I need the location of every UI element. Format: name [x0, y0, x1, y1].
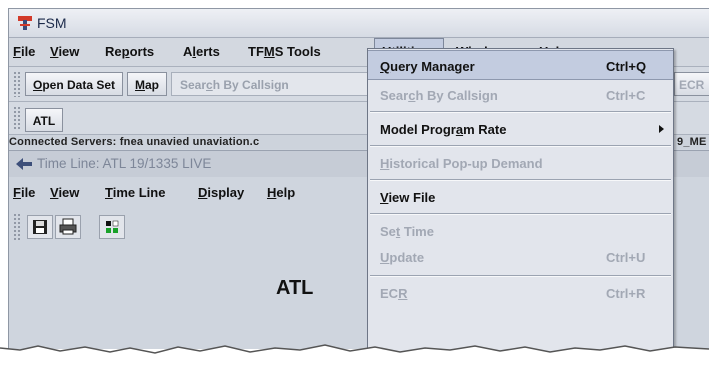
save-button[interactable] — [27, 215, 53, 239]
timeline-window-title: Time Line: ATL 19/1335 LIVE — [37, 156, 212, 171]
display-grid-icon — [106, 220, 119, 233]
search-by-callsign-field[interactable]: Search By Callsign — [171, 72, 381, 96]
menu-separator — [370, 179, 671, 181]
menu-item-ecr[interactable]: ECR Ctrl+R — [368, 278, 673, 308]
open-data-set-button[interactable]: Open Data Set — [25, 72, 123, 96]
menu-tfms-tools[interactable]: TFMS Tools — [248, 44, 321, 59]
menu-separator — [370, 111, 671, 113]
menu-item-model-program-rate[interactable]: Model Program Rate — [368, 114, 673, 144]
menu-item-search-by-callsign[interactable]: Search By Callsign Ctrl+C — [368, 80, 673, 110]
menu-item-update[interactable]: Update Ctrl+U — [368, 242, 673, 272]
toolbar-grip[interactable] — [13, 71, 21, 97]
timeline-menu-help[interactable]: Help — [267, 185, 295, 200]
fsm-app-icon — [18, 16, 32, 30]
timeline-app-icon — [16, 158, 32, 170]
save-icon — [33, 220, 47, 234]
utilities-dropdown-menu: Query Manager Ctrl+Q Search By Callsign … — [367, 48, 674, 358]
atl-airport-button[interactable]: ATL — [25, 108, 63, 132]
menu-separator — [370, 213, 671, 215]
torn-edge-decoration — [0, 344, 709, 377]
print-icon — [59, 218, 77, 235]
timeline-menu-file[interactable]: File — [13, 185, 35, 200]
menu-reports[interactable]: Reports — [105, 44, 154, 59]
menu-separator — [370, 275, 671, 277]
menu-item-query-manager[interactable]: Query Manager Ctrl+Q — [368, 50, 673, 80]
toolbar-grip[interactable] — [13, 106, 21, 130]
menu-separator — [370, 145, 671, 147]
toolbar-grip[interactable] — [13, 213, 21, 241]
fsm-title-bar[interactable]: FSM — [9, 9, 709, 38]
timeline-menu-view[interactable]: View — [50, 185, 79, 200]
timeline-menu-time-line[interactable]: Time Line — [105, 185, 165, 200]
menu-view[interactable]: View — [50, 44, 79, 59]
display-button[interactable] — [99, 215, 125, 239]
airport-heading: ATL — [276, 277, 314, 299]
menu-file[interactable]: File — [13, 44, 35, 59]
menu-item-view-file[interactable]: View File — [368, 182, 673, 212]
ecr-button[interactable]: ECR — [674, 72, 709, 96]
timeline-menu-display[interactable]: Display — [198, 185, 244, 200]
window-title: FSM — [37, 15, 67, 31]
print-button[interactable] — [55, 215, 81, 239]
map-button[interactable]: Map — [127, 72, 167, 96]
menu-alerts[interactable]: Alerts — [183, 44, 220, 59]
menu-item-historical-popup-demand[interactable]: Historical Pop-up Demand — [368, 148, 673, 178]
submenu-arrow-icon — [659, 125, 664, 133]
